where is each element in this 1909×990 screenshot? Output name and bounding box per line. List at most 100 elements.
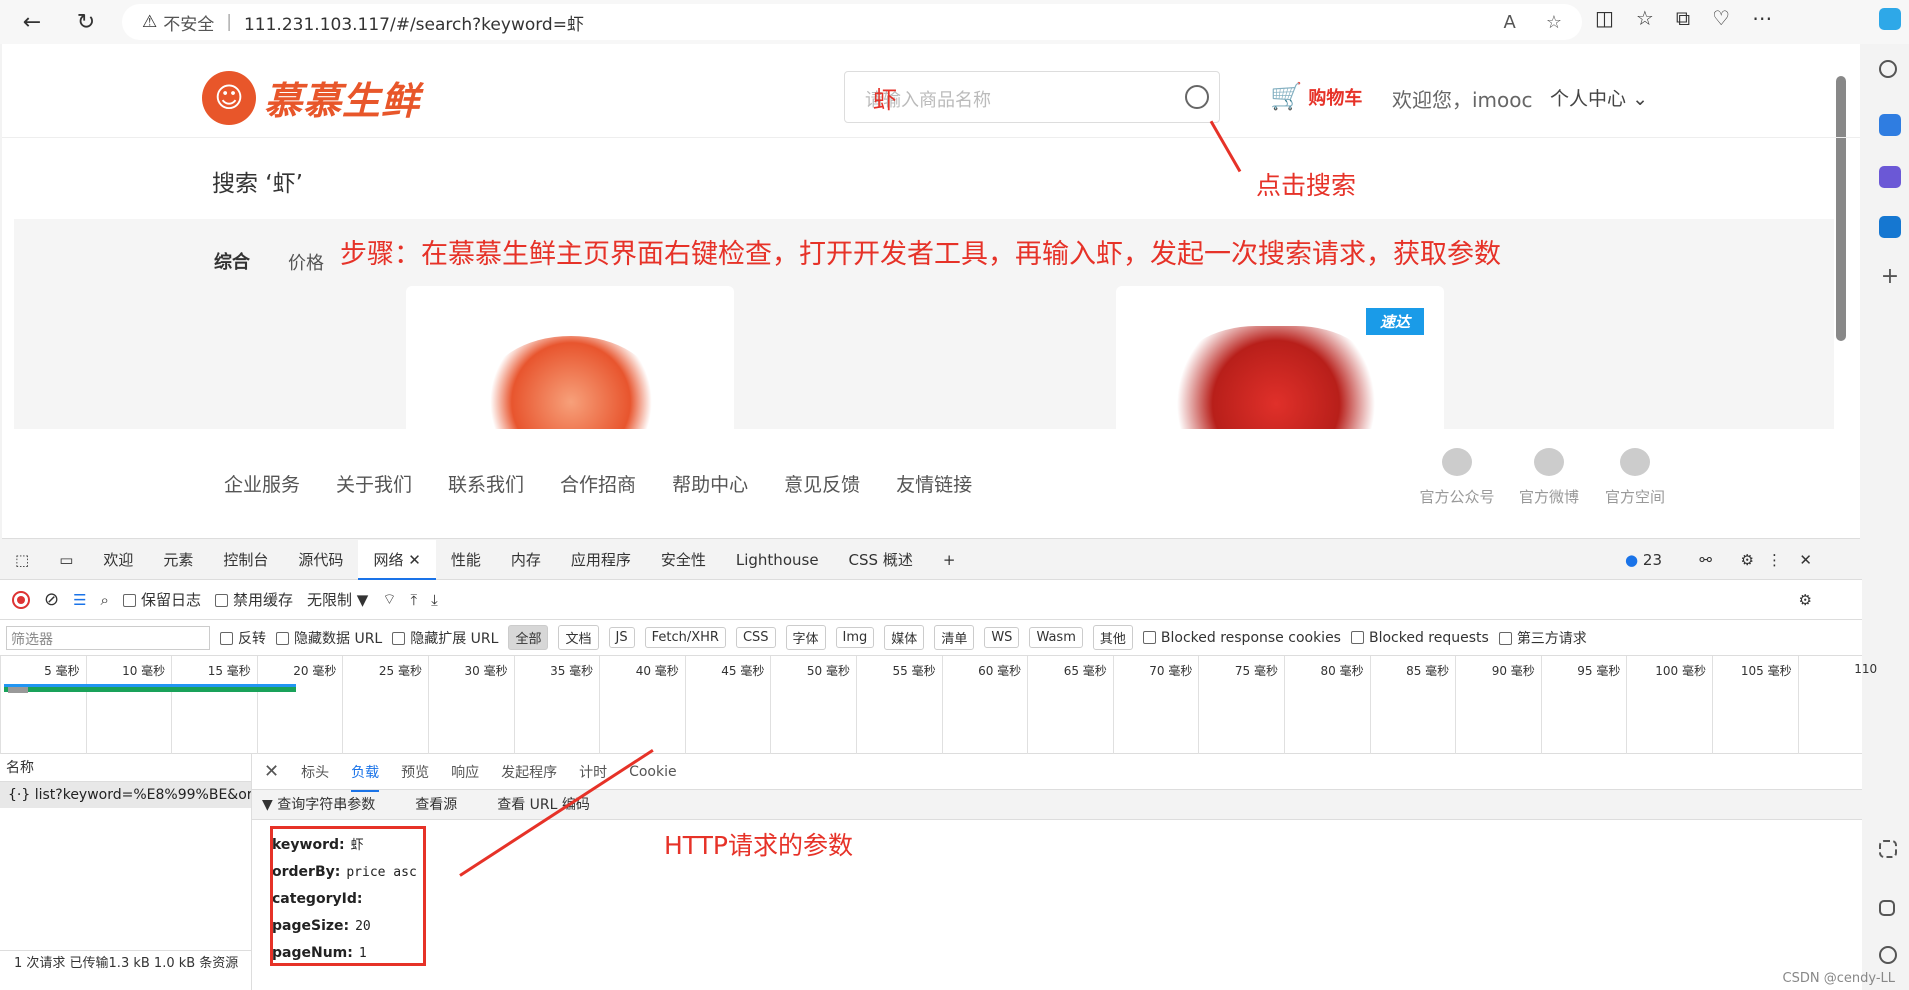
detail-tab-payload[interactable]: 负载 xyxy=(351,762,380,792)
footer-link[interactable]: 帮助中心 xyxy=(672,470,748,497)
settings-icon[interactable]: ⚙ xyxy=(1741,551,1754,569)
tab-sources[interactable]: 源代码 xyxy=(283,540,358,580)
search-icon[interactable] xyxy=(1185,85,1209,109)
tab-network[interactable]: 网络 ✕ xyxy=(358,539,436,580)
close-devtools-icon[interactable]: ✕ xyxy=(1799,551,1812,569)
tab-security[interactable]: 安全性 xyxy=(646,540,721,580)
type-filter-font[interactable]: 字体 xyxy=(785,625,826,650)
import-icon[interactable]: ⤒ xyxy=(410,591,417,609)
type-filter-all[interactable]: 全部 xyxy=(508,625,549,650)
filter-input[interactable]: 筛选器 xyxy=(6,625,210,650)
page-scrollbar[interactable] xyxy=(1836,76,1846,341)
add-icon[interactable]: + xyxy=(1879,266,1901,288)
device-inspect-icon[interactable]: ⬚ xyxy=(0,540,44,580)
preserve-log-checkbox[interactable]: 保留日志 xyxy=(122,589,201,610)
export-icon[interactable]: ⤓ xyxy=(431,591,438,609)
tab-welcome[interactable]: 欢迎 xyxy=(88,540,148,580)
detail-tab-headers[interactable]: 标头 xyxy=(301,762,329,782)
product-search-box[interactable]: 请输入商品名称 虾 xyxy=(844,71,1220,123)
back-icon[interactable]: ← xyxy=(12,2,52,42)
detail-tab-preview[interactable]: 预览 xyxy=(401,762,429,782)
social-wechat[interactable]: 官方公众号 xyxy=(1412,448,1502,507)
favorite-star-icon[interactable]: ☆ xyxy=(1546,12,1562,33)
close-detail-icon[interactable]: ✕ xyxy=(264,761,279,782)
type-filter-ws[interactable]: WS xyxy=(984,627,1020,648)
cart-link[interactable]: 🛒 购物车 xyxy=(1270,82,1362,112)
address-bar[interactable]: ⚠ 不安全 | 111.231.103.117/#/search?keyword… xyxy=(122,4,1582,40)
tab-css-overview[interactable]: CSS 概述 xyxy=(834,540,928,580)
view-url-encoded-link[interactable]: 查看 URL 编码 xyxy=(497,790,590,819)
footer-link[interactable]: 关于我们 xyxy=(336,470,412,497)
tab-console[interactable]: 控制台 xyxy=(208,540,283,580)
filter-icon[interactable]: ☰ xyxy=(73,591,86,609)
close-icon[interactable]: ✕ xyxy=(408,551,421,569)
filter-comprehensive[interactable]: 综合 xyxy=(214,248,250,274)
type-filter-manifest[interactable]: 清单 xyxy=(934,625,975,650)
filter-price[interactable]: 价格 xyxy=(288,249,324,275)
collections-icon[interactable]: ⧉ xyxy=(1676,6,1690,30)
type-filter-js[interactable]: JS xyxy=(608,627,635,648)
third-party-checkbox[interactable]: 第三方请求 xyxy=(1498,628,1587,648)
more-menu-icon[interactable]: ⋯ xyxy=(1752,6,1772,30)
copilot-icon[interactable] xyxy=(1879,8,1901,30)
open-external-icon[interactable] xyxy=(1879,900,1895,916)
browser-essentials-icon[interactable]: ♡ xyxy=(1712,6,1730,30)
settings-icon[interactable] xyxy=(1879,946,1897,964)
shopping-icon[interactable] xyxy=(1879,114,1901,136)
blocked-requests-checkbox[interactable]: Blocked requests xyxy=(1350,630,1489,646)
favorites-icon[interactable]: ☆ xyxy=(1636,6,1654,30)
search-icon[interactable] xyxy=(1879,60,1897,78)
outlook-icon[interactable] xyxy=(1879,216,1901,238)
type-filter-media[interactable]: 媒体 xyxy=(884,625,925,650)
type-filter-img[interactable]: Img xyxy=(835,627,875,648)
detail-tab-cookie[interactable]: Cookie xyxy=(629,764,677,780)
connect-icon[interactable]: ⚯ xyxy=(1699,551,1712,569)
clear-icon[interactable]: ⊘ xyxy=(44,589,59,610)
tools-icon[interactable] xyxy=(1879,166,1901,188)
tab-memory[interactable]: 内存 xyxy=(496,540,556,580)
footer-link[interactable]: 企业服务 xyxy=(224,470,300,497)
add-tab-icon[interactable]: + xyxy=(928,540,971,580)
throttle-select[interactable]: 无限制 ▼ xyxy=(307,589,368,610)
network-timeline[interactable]: 110 105 毫秒 100 毫秒 95 毫秒 90 毫秒 85 毫秒 80 毫秒 75 毫秒… xyxy=(0,656,1877,860)
query-string-section[interactable]: ▼ 查询字符串参数 查看源 查看 URL 编码 xyxy=(252,790,1862,820)
wifi-icon[interactable]: ⌔ xyxy=(382,590,396,609)
hide-data-url-checkbox[interactable]: 隐藏数据 URL xyxy=(276,628,382,648)
read-aloud-icon[interactable]: A xyxy=(1504,12,1516,33)
footer-link[interactable]: 友情链接 xyxy=(896,470,972,497)
disable-cache-checkbox[interactable]: 禁用缓存 xyxy=(214,589,293,610)
tab-elements[interactable]: 元素 xyxy=(148,540,208,580)
reload-icon[interactable]: ↻ xyxy=(66,2,106,42)
site-logo[interactable]: ☺ 慕慕生鲜 xyxy=(202,70,420,125)
more-options-icon[interactable]: ⋮ xyxy=(1767,551,1782,569)
invert-checkbox[interactable]: 反转 xyxy=(220,628,266,648)
record-icon[interactable] xyxy=(12,590,30,609)
user-center-menu[interactable]: 个人中心 ⌄ xyxy=(1550,84,1648,111)
social-qzone[interactable]: 官方空间 xyxy=(1590,448,1680,507)
type-filter-doc[interactable]: 文档 xyxy=(558,625,599,650)
screenshot-icon[interactable] xyxy=(1879,840,1897,858)
tab-application[interactable]: 应用程序 xyxy=(556,540,646,580)
tab-performance[interactable]: 性能 xyxy=(436,540,496,580)
detail-tab-response[interactable]: 响应 xyxy=(451,762,479,782)
type-filter-css[interactable]: CSS xyxy=(735,627,776,648)
issues-counter[interactable]: ● 23 xyxy=(1625,551,1662,569)
device-toggle-icon[interactable]: ▭ xyxy=(44,540,88,580)
detail-tab-initiator[interactable]: 发起程序 xyxy=(501,762,557,782)
blocked-cookies-checkbox[interactable]: Blocked response cookies xyxy=(1142,630,1341,646)
type-filter-xhr[interactable]: Fetch/XHR xyxy=(644,627,726,648)
footer-link[interactable]: 合作招商 xyxy=(560,470,636,497)
view-source-link[interactable]: 查看源 xyxy=(415,790,457,819)
footer-link[interactable]: 联系我们 xyxy=(448,470,524,497)
detail-tab-timing[interactable]: 计时 xyxy=(579,762,607,782)
name-column-header[interactable]: 名称 xyxy=(0,754,251,782)
split-screen-icon[interactable]: ◫ xyxy=(1595,6,1614,30)
network-settings-icon[interactable]: ⚙ xyxy=(1799,591,1812,609)
type-filter-wasm[interactable]: Wasm xyxy=(1029,627,1083,648)
social-weibo[interactable]: 官方微博 xyxy=(1504,448,1594,507)
search-icon[interactable]: ⌕ xyxy=(101,591,109,609)
hide-ext-url-checkbox[interactable]: 隐藏扩展 URL xyxy=(392,628,498,648)
footer-link[interactable]: 意见反馈 xyxy=(784,470,860,497)
tab-lighthouse[interactable]: Lighthouse xyxy=(721,540,834,580)
type-filter-other[interactable]: 其他 xyxy=(1092,625,1133,650)
